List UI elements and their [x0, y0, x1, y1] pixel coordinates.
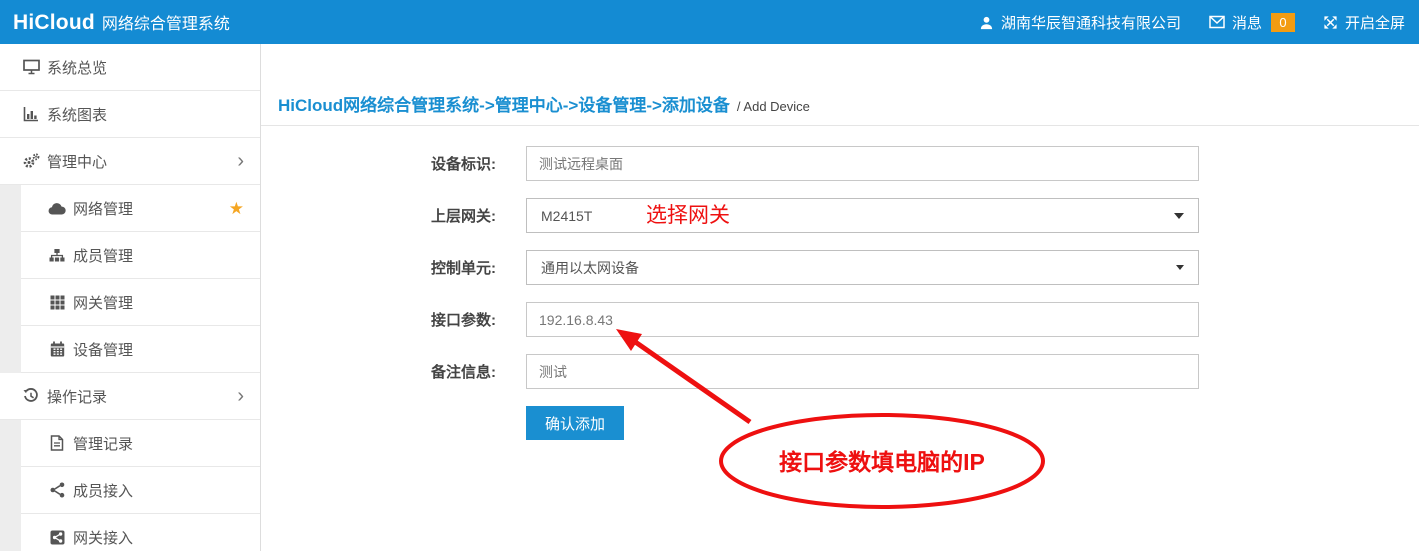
- sidebar-item-member-management[interactable]: 成员管理: [21, 232, 260, 279]
- sidebar-item-system-overview[interactable]: 系统总览: [0, 44, 260, 91]
- sidebar-item-label: 管理中心: [47, 151, 107, 172]
- sidebar-item-operation-records[interactable]: 操作记录 ›: [0, 373, 260, 420]
- chevron-right-icon: ›: [237, 386, 244, 406]
- remark-label: 备注信息:: [431, 361, 526, 382]
- form-row: 备注信息:: [431, 354, 1419, 389]
- app-brand[interactable]: HiCloud 网络综合管理系统: [0, 10, 270, 35]
- share-icon: [48, 482, 66, 498]
- form-row: 上层网关: M2415T: [431, 198, 1419, 233]
- sidebar-item-label: 系统图表: [47, 104, 107, 125]
- sidebar-item-member-access[interactable]: 成员接入: [21, 467, 260, 514]
- sidebar-item-label: 成员接入: [73, 480, 133, 501]
- messages-label: 消息: [1232, 12, 1262, 33]
- user-icon: [979, 15, 994, 30]
- control-unit-label: 控制单元:: [431, 257, 526, 278]
- form-row: 接口参数:: [431, 302, 1419, 337]
- upper-gateway-label: 上层网关:: [431, 205, 526, 226]
- main-content: HiCloud网络综合管理系统->管理中心->设备管理->添加设备 / Add …: [260, 44, 1419, 551]
- sidebar-item-device-management[interactable]: 设备管理: [21, 326, 260, 373]
- sidebar-item-label: 网关接入: [73, 527, 133, 548]
- breadcrumb-path: HiCloud网络综合管理系统->管理中心->设备管理->添加设备: [278, 91, 730, 116]
- device-id-input[interactable]: [526, 146, 1199, 181]
- topbar: HiCloud 网络综合管理系统 湖南华辰智通科技有限公司 消息 0: [0, 0, 1419, 44]
- sidebar-item-system-charts[interactable]: 系统图表: [0, 91, 260, 138]
- sidebar-item-label: 设备管理: [73, 339, 133, 360]
- interface-param-label: 接口参数:: [431, 309, 526, 330]
- sidebar-item-label: 系统总览: [47, 57, 107, 78]
- sidebar-item-management-center[interactable]: 管理中心 ›: [0, 138, 260, 185]
- confirm-add-button[interactable]: 确认添加: [526, 406, 624, 440]
- remark-input[interactable]: [526, 354, 1199, 389]
- interface-param-input[interactable]: [526, 302, 1199, 337]
- upper-gateway-value: M2415T: [541, 208, 592, 224]
- fullscreen-toggle[interactable]: 开启全屏: [1323, 12, 1405, 33]
- add-device-form: 设备标识: 上层网关: M2415T 控制单元: 通用以太网设备 接口参数:: [261, 126, 1419, 440]
- sidebar-item-label: 网络管理: [73, 198, 133, 219]
- brand-suffix: 网络综合管理系统: [102, 10, 230, 34]
- document-icon: [48, 435, 66, 451]
- star-icon[interactable]: ★: [229, 200, 244, 217]
- sidebar-item-label: 操作记录: [47, 386, 107, 407]
- device-id-label: 设备标识:: [431, 153, 526, 174]
- caret-down-icon: [1174, 213, 1184, 219]
- sitemap-icon: [48, 248, 66, 263]
- desktop-icon: [22, 59, 40, 75]
- control-unit-value: 通用以太网设备: [541, 258, 639, 278]
- calendar-icon: [48, 341, 66, 357]
- page: HiCloud 网络综合管理系统 湖南华辰智通科技有限公司 消息 0: [0, 0, 1419, 551]
- control-unit-select[interactable]: 通用以太网设备: [526, 250, 1199, 285]
- bar-chart-icon: [22, 106, 40, 122]
- grid-icon: [48, 295, 66, 310]
- sidebar-item-gateway-access[interactable]: 网关接入: [21, 514, 260, 551]
- gears-icon: [22, 153, 40, 169]
- upper-gateway-select[interactable]: M2415T: [526, 198, 1199, 233]
- brand-name: HiCloud: [13, 11, 95, 35]
- share-square-icon: [48, 530, 66, 545]
- caret-down-icon: [1176, 265, 1184, 270]
- company-label: 湖南华辰智通科技有限公司: [1001, 12, 1181, 33]
- sidebar-item-gateway-management[interactable]: 网关管理: [21, 279, 260, 326]
- sidebar-item-label: 管理记录: [73, 433, 133, 454]
- messages-count-badge: 0: [1271, 13, 1295, 32]
- sidebar-item-label: 成员管理: [73, 245, 133, 266]
- fullscreen-icon: [1323, 15, 1338, 30]
- form-row: 控制单元: 通用以太网设备: [431, 250, 1419, 285]
- company-menu[interactable]: 湖南华辰智通科技有限公司: [979, 12, 1181, 33]
- breadcrumb: HiCloud网络综合管理系统->管理中心->设备管理->添加设备 / Add …: [261, 44, 1419, 126]
- history-icon: [22, 388, 40, 404]
- breadcrumb-suffix: / Add Device: [737, 99, 810, 114]
- sidebar-item-network-management[interactable]: 网络管理 ★: [21, 185, 260, 232]
- cloud-icon: [48, 202, 66, 215]
- envelope-icon: [1209, 15, 1225, 29]
- fullscreen-label: 开启全屏: [1345, 12, 1405, 33]
- chevron-right-icon: ›: [237, 151, 244, 171]
- sidebar: 系统总览 系统图表 管理中心 › 网络管理 ★ 成员管理: [0, 44, 260, 551]
- sidebar-item-label: 网关管理: [73, 292, 133, 313]
- sidebar-item-management-records[interactable]: 管理记录: [21, 420, 260, 467]
- topbar-right: 湖南华辰智通科技有限公司 消息 0 开启全屏: [979, 12, 1419, 33]
- form-row: 设备标识:: [431, 146, 1419, 181]
- messages-menu[interactable]: 消息 0: [1209, 12, 1295, 33]
